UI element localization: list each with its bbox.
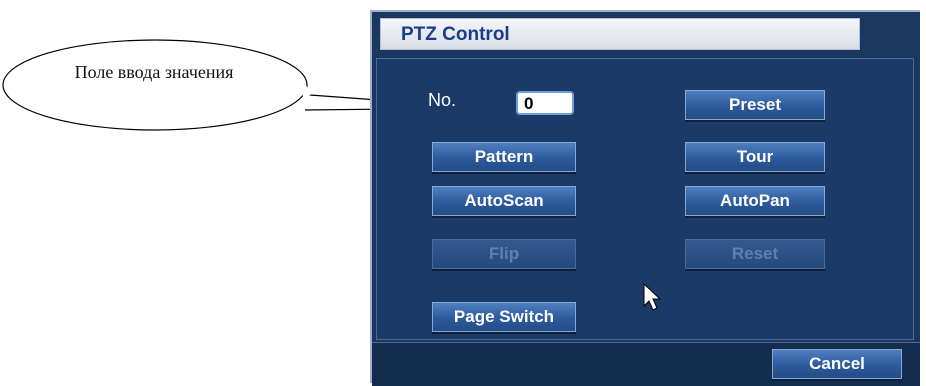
- no-label: No.: [428, 90, 457, 110]
- mouse-cursor-icon: [643, 282, 662, 311]
- cancel-button[interactable]: Cancel: [772, 349, 902, 379]
- ptz-control-dialog: PTZ Control No. 0 Preset Pattern Tour Au…: [370, 10, 920, 386]
- dialog-title: PTZ Control: [401, 24, 510, 45]
- preset-number-input[interactable]: 0: [516, 91, 574, 115]
- preset-button[interactable]: Preset: [685, 90, 825, 120]
- autoscan-button[interactable]: AutoScan: [432, 186, 576, 216]
- reset-button[interactable]: Reset: [685, 239, 825, 269]
- pattern-button[interactable]: Pattern: [432, 142, 576, 172]
- tour-button[interactable]: Tour: [685, 142, 825, 172]
- annotation-callout: Поле ввода значения: [0, 0, 489, 140]
- autopan-button[interactable]: AutoPan: [685, 186, 825, 216]
- dialog-footer: Cancel: [372, 342, 920, 386]
- title-bar: PTZ Control: [380, 18, 860, 50]
- page-switch-button[interactable]: Page Switch: [432, 302, 576, 332]
- callout-text: Поле ввода значения: [74, 62, 234, 82]
- flip-button[interactable]: Flip: [432, 239, 576, 269]
